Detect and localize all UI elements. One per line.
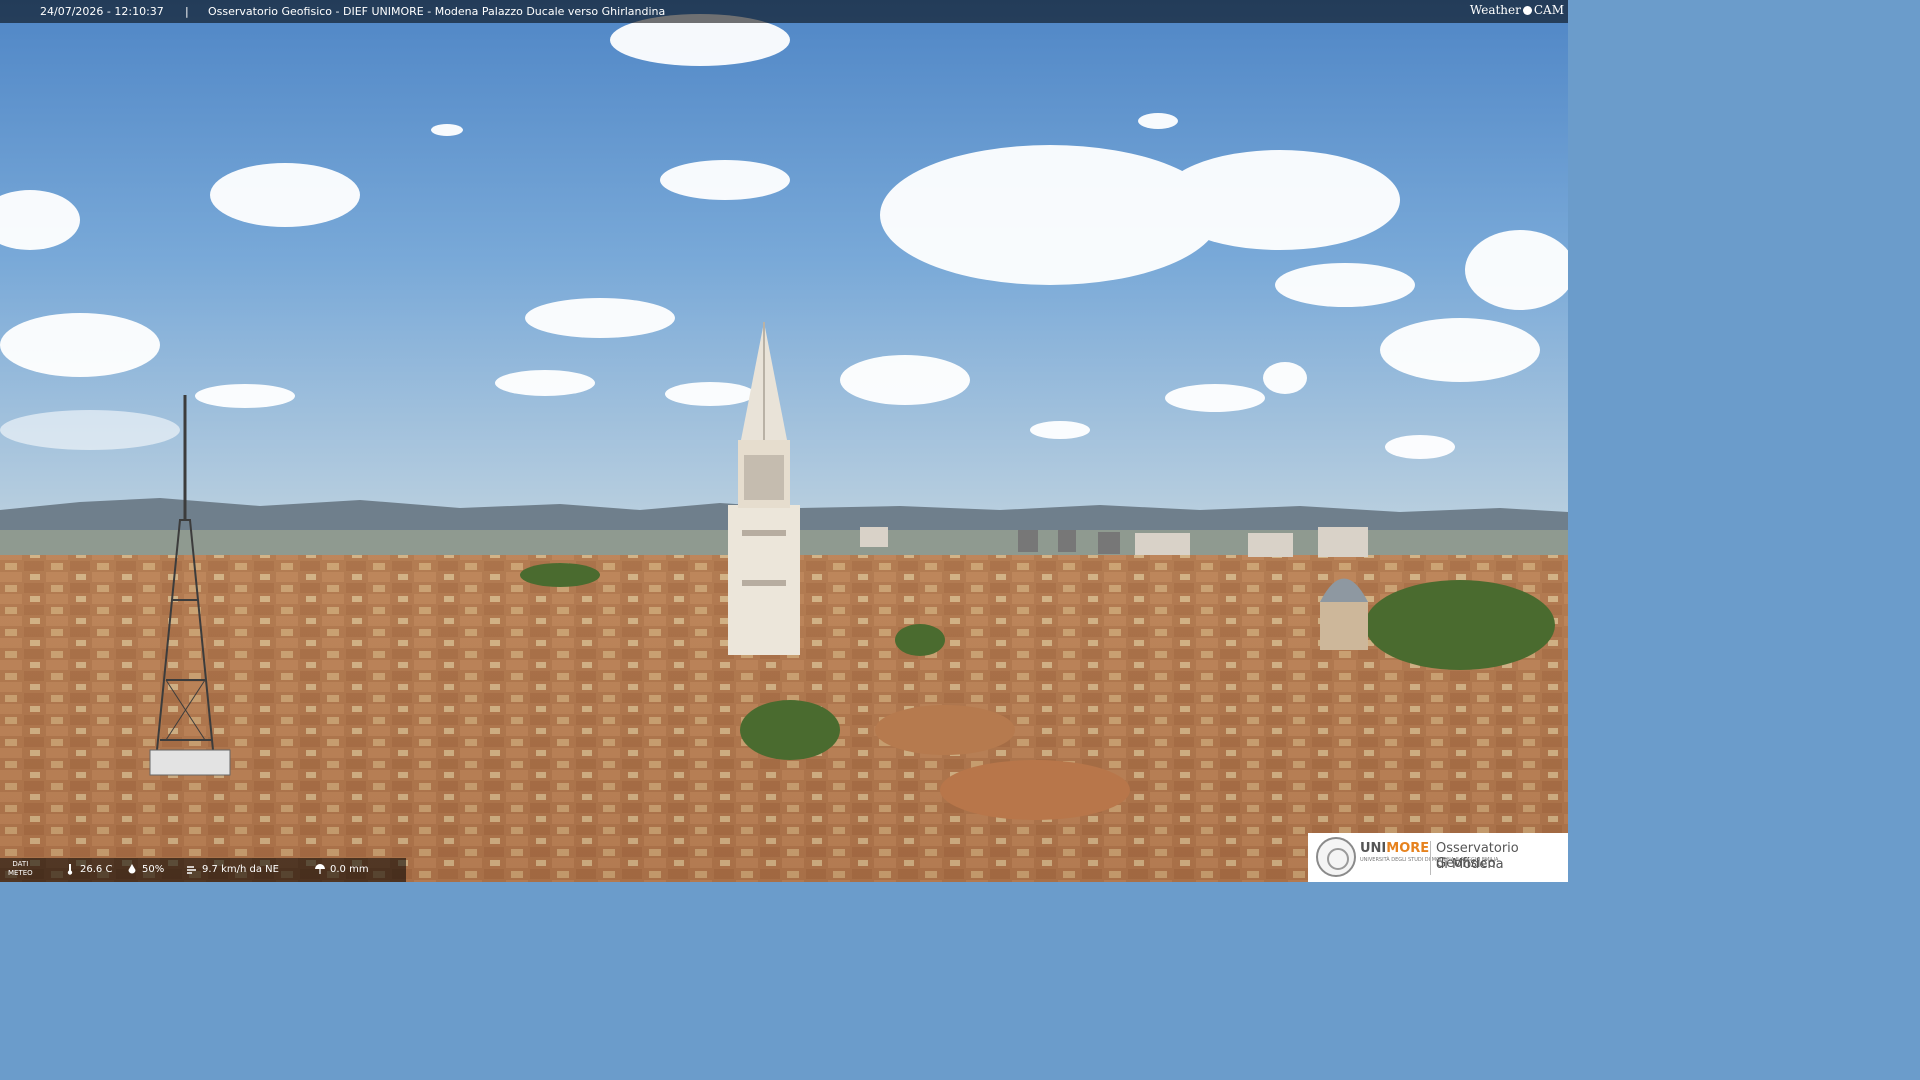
weathercam-logo: Weather CAM — [1470, 3, 1564, 17]
humidity-reading: 50% — [126, 863, 164, 875]
unimore-more: MORE — [1386, 841, 1430, 856]
wind-reading: 9.7 km/h da NE — [186, 863, 279, 875]
timestamp: 24/07/2026 - 12:10:37 — [40, 5, 164, 18]
separator: | — [185, 5, 189, 18]
wind-value: 9.7 km/h da NE — [202, 863, 279, 875]
webcam-scene — [0, 0, 1568, 882]
observatory-name-line2: di Modena — [1436, 857, 1504, 872]
weathercam-logo-left: Weather — [1469, 3, 1521, 17]
unimore-logo-box: UNIMORE UNIVERSITÀ DEGLI STUDI DI MODENA… — [1308, 833, 1568, 882]
logo-divider — [1430, 841, 1431, 875]
weather-data-bar: DATI METEO 26.6 C 50% 9.7 km/h da NE 0.0… — [0, 858, 406, 882]
university-seal-icon — [1316, 837, 1356, 877]
unimore-uni: UNI — [1360, 841, 1387, 856]
top-info-bar: 24/07/2026 - 12:10:37 | Osservatorio Geo… — [0, 0, 1568, 23]
rain-value: 0.0 mm — [330, 863, 369, 875]
humidity-value: 50% — [142, 863, 165, 875]
umbrella-icon — [315, 864, 325, 874]
temperature-value: 26.6 C — [80, 863, 113, 875]
temperature-reading: 26.6 C — [64, 863, 112, 875]
droplet-icon — [128, 864, 136, 874]
weather-data-label-line1: DATI — [12, 860, 29, 868]
weathercam-dot-icon — [1522, 5, 1532, 15]
weather-data-label-line2: METEO — [8, 869, 33, 877]
wind-icon — [187, 866, 196, 874]
camera-title: Osservatorio Geofisico - DIEF UNIMORE - … — [208, 5, 666, 18]
weather-data-label: DATI METEO — [8, 860, 33, 878]
thermometer-icon — [67, 864, 73, 875]
weathercam-logo-right: CAM — [1533, 3, 1564, 17]
rain-reading: 0.0 mm — [314, 863, 369, 875]
unimore-wordmark: UNIMORE — [1360, 841, 1429, 856]
